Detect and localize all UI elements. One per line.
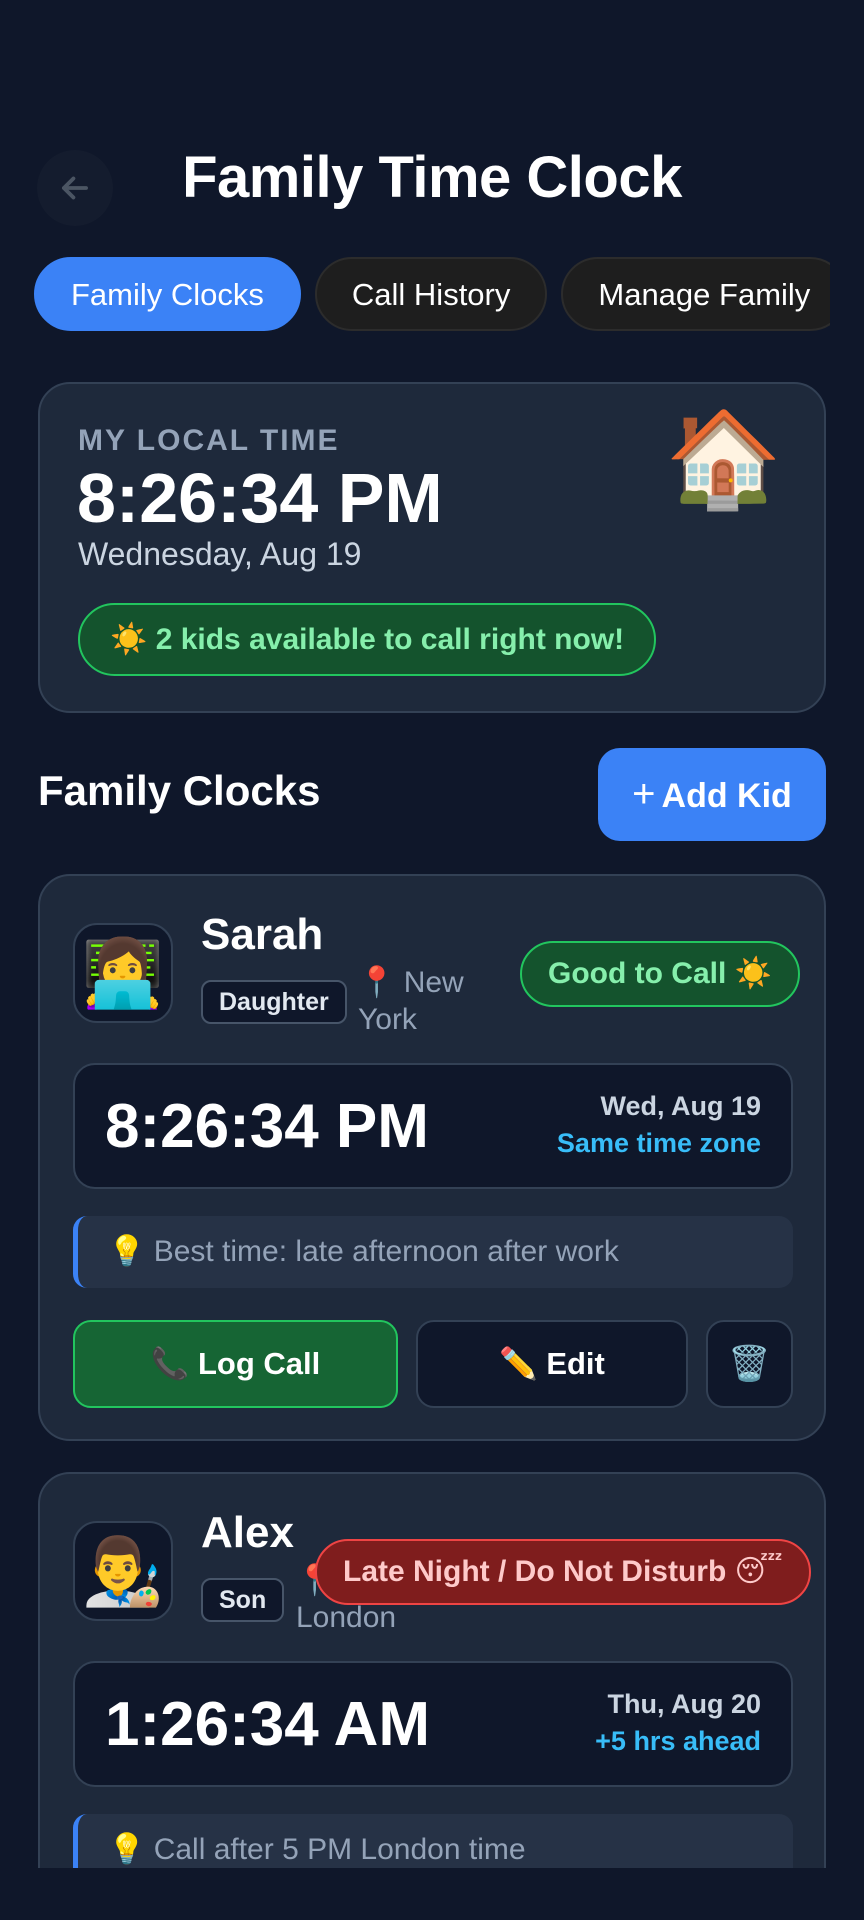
status-badge: Good to Call ☀️ (520, 941, 801, 1007)
call-tip: 💡 Call after 5 PM London time (73, 1814, 793, 1868)
edit-button[interactable]: ✏️ Edit (416, 1320, 688, 1408)
availability-badge: ☀️ 2 kids available to call right now! (78, 603, 657, 676)
kid-date: Wed, Aug 19 (600, 1091, 761, 1121)
delete-button[interactable]: 🗑️ (706, 1320, 793, 1408)
local-date: Wednesday, Aug 19 (78, 536, 362, 572)
call-tip: 💡 Best time: late afternoon after work (73, 1216, 793, 1288)
relation-badge: Daughter (201, 980, 347, 1024)
plus-icon: + (632, 772, 656, 816)
local-time-label: MY LOCAL TIME (78, 424, 340, 457)
kid-name: Alex (201, 1508, 294, 1557)
location: 📍 New York (358, 964, 464, 1038)
add-kid-label: Add Kid (661, 777, 792, 815)
app-header: Family Time Clock (0, 130, 864, 230)
tab-bar: Family Clocks Call History Manage Family (34, 257, 830, 331)
tab-call-history[interactable]: Call History (314, 257, 548, 331)
kid-card-alex: 👨‍🎨 Alex Son 📍 London Late Night / Do No… (38, 1472, 826, 1868)
add-kid-button[interactable]: + Add Kid (598, 748, 826, 841)
time-offset: +5 hrs ahead (595, 1726, 761, 1756)
house-icon: 🏠 (664, 406, 782, 511)
kid-clock: 1:26:34 AM Thu, Aug 20 +5 hrs ahead (73, 1661, 793, 1787)
tab-family-clocks[interactable]: Family Clocks (34, 257, 301, 331)
trash-icon: 🗑️ (728, 1345, 771, 1383)
kid-card-sarah: 👩‍💻 Sarah Daughter 📍 New York Good to Ca… (38, 874, 826, 1441)
app-screen: Family Time Clock Family Clocks Call Hist… (0, 0, 864, 1868)
local-time-value: 8:26:34 PM (77, 459, 443, 537)
kid-time: 1:26:34 AM (105, 1690, 431, 1759)
avatar: 👨‍🎨 (73, 1521, 173, 1621)
relation-badge: Son (201, 1578, 285, 1622)
local-time-card: MY LOCAL TIME 8:26:34 PM Wednesday, Aug … (38, 382, 826, 713)
page-title: Family Time Clock (182, 145, 682, 210)
kid-clock: 8:26:34 PM Wed, Aug 19 Same time zone (73, 1063, 793, 1189)
section-title: Family Clocks (38, 767, 321, 814)
time-offset: Same time zone (556, 1128, 761, 1158)
log-call-button[interactable]: 📞 Log Call (73, 1320, 398, 1408)
tab-manage-family[interactable]: Manage Family (561, 257, 830, 331)
kid-date: Thu, Aug 20 (607, 1689, 762, 1719)
avatar: 👩‍💻 (73, 923, 173, 1023)
status-badge: Late Night / Do Not Disturb 😴 (315, 1539, 811, 1605)
kid-name: Sarah (201, 910, 324, 959)
pin-icon: 📍 (358, 966, 396, 999)
location-line-1: New (403, 966, 464, 999)
location-line-2: York (358, 1003, 417, 1036)
kid-time: 8:26:34 PM (105, 1092, 429, 1161)
